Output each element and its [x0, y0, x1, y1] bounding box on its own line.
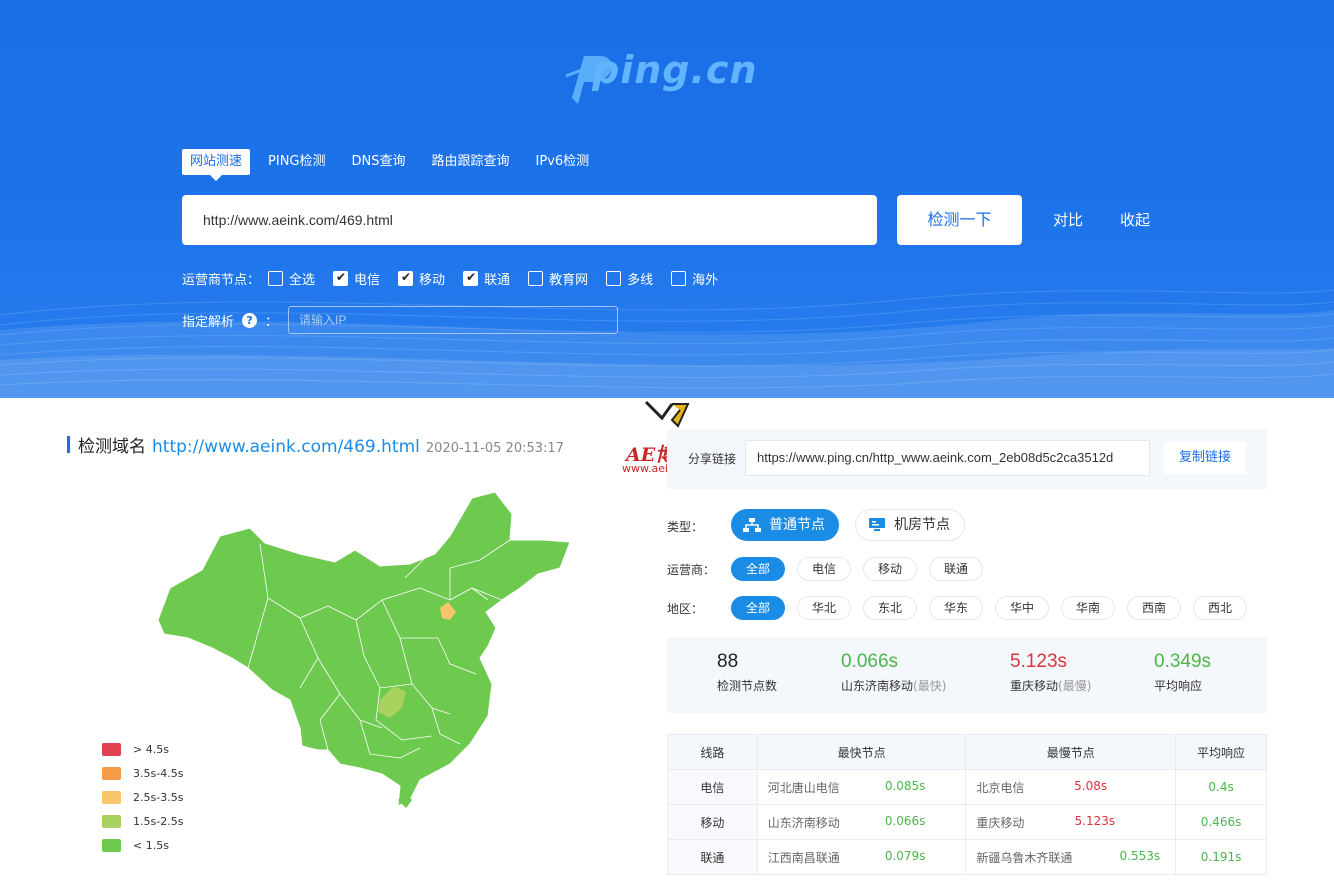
tab-dns[interactable]: DNS查询 — [344, 149, 414, 175]
checkbox-checked-icon[interactable] — [333, 270, 349, 286]
china-map[interactable] — [150, 488, 580, 818]
search-tabs: 网站测速 PING检测 DNS查询 路由跟踪查询 IPv6检测 — [182, 149, 607, 181]
resolve-label: 指定解析 — [182, 314, 235, 330]
region-filter-central[interactable]: 华中 — [995, 596, 1049, 620]
region-filter-northeast[interactable]: 东北 — [863, 596, 917, 620]
sitemap-icon — [743, 518, 761, 532]
isp-checkbox-edu[interactable]: 教育网 — [528, 269, 588, 288]
checkbox-icon[interactable] — [528, 271, 544, 286]
table-row: 联通 江西南昌联通 0.079s 新疆乌鲁木齐联通 0.553s 0.191s — [667, 839, 1267, 875]
stat-node-count: 88 检测节点数 — [717, 651, 778, 693]
legend-item-gt45[interactable]: > 4.5s — [102, 737, 183, 761]
compare-link[interactable]: 对比 — [1053, 209, 1083, 230]
legend-item-25-35[interactable]: 2.5s-3.5s — [102, 785, 183, 809]
stat-slowest: 5.123s 重庆移动(最慢) — [1010, 651, 1092, 693]
col-header-fastest: 最快节点 — [756, 734, 967, 770]
col-header-slowest: 最慢节点 — [965, 734, 1177, 770]
table-header-row: 线路 最快节点 最慢节点 平均响应 — [667, 734, 1267, 770]
map-landmass[interactable] — [157, 491, 571, 807]
share-label: 分享链接 — [688, 452, 737, 466]
region-filter-all[interactable]: 全部 — [731, 596, 785, 620]
table-row: 电信 河北唐山电信 0.085s 北京电信 5.08s 0.4s — [667, 769, 1267, 805]
checkbox-icon[interactable] — [606, 271, 622, 286]
check-button[interactable]: 检测一下 — [897, 195, 1022, 245]
ip-input[interactable] — [288, 306, 619, 334]
map-legend: > 4.5s 3.5s-4.5s 2.5s-3.5s 1.5s-2.5s < 1… — [102, 737, 183, 857]
region-filter-south[interactable]: 华南 — [1061, 596, 1115, 620]
isp-filter-telecom[interactable]: 电信 — [797, 557, 851, 581]
result-domain-link[interactable]: http://www.aeink.com/469.html — [152, 437, 420, 457]
tab-ping[interactable]: PING检测 — [260, 149, 333, 175]
isp-checkbox-overseas[interactable]: 海外 — [671, 269, 718, 288]
result-title-prefix: 检测域名 — [78, 437, 146, 457]
resolve-row: 指定解析 ? ： — [182, 306, 619, 334]
region-filter-label: 地区： — [667, 602, 704, 616]
type-datacenter-node-button[interactable]: 机房节点 — [855, 509, 965, 541]
isp-checkbox-multiline[interactable]: 多线 — [606, 269, 653, 288]
type-filter-label: 类型： — [667, 520, 704, 534]
region-filter-north[interactable]: 华北 — [797, 596, 851, 620]
col-header-average: 平均响应 — [1175, 734, 1267, 770]
checkbox-checked-icon[interactable] — [398, 270, 414, 286]
legend-swatch — [102, 742, 121, 756]
checkbox-icon[interactable] — [268, 271, 284, 286]
monitor-icon — [869, 518, 885, 531]
region-filter-northwest[interactable]: 西北 — [1193, 596, 1247, 620]
tab-ipv6[interactable]: IPv6检测 — [528, 149, 598, 175]
stat-fastest: 0.066s 山东济南移动(最快) — [841, 651, 947, 693]
type-normal-node-button[interactable]: 普通节点 — [731, 509, 839, 541]
legend-swatch — [102, 814, 121, 828]
isp-filter-all[interactable]: 全部 — [731, 557, 785, 581]
share-link-field[interactable]: https://www.ping.cn/http_www.aeink.com_2… — [745, 440, 1150, 476]
url-input[interactable] — [182, 195, 877, 245]
help-icon[interactable]: ? — [242, 312, 258, 328]
title-accent-bar — [67, 436, 70, 453]
isp-node-label: 运营商节点： — [182, 273, 261, 288]
checkbox-icon[interactable] — [671, 271, 687, 286]
isp-checkbox-mobile[interactable]: 移动 — [398, 269, 445, 288]
isp-node-row: 运营商节点： 全选 电信 移动 联通 教育网 多线 海外 — [182, 269, 736, 288]
stat-average: 0.349s 平均响应 — [1154, 651, 1212, 693]
table-row: 移动 山东济南移动 0.066s 重庆移动 5.123s 0.466s — [667, 804, 1267, 840]
isp-filter-mobile[interactable]: 移动 — [863, 557, 917, 581]
isp-filter-unicom[interactable]: 联通 — [929, 557, 983, 581]
resolve-colon: ： — [265, 314, 279, 330]
result-title: 检测域名 http://www.aeink.com/469.html 2020-… — [67, 432, 564, 457]
legend-item-35-45[interactable]: 3.5s-4.5s — [102, 761, 183, 785]
copy-link-button[interactable]: 复制链接 — [1164, 442, 1246, 474]
result-timestamp: 2020-11-05 20:53:17 — [425, 441, 564, 456]
checkbox-checked-icon[interactable] — [463, 270, 479, 286]
legend-item-15-25[interactable]: 1.5s-2.5s — [102, 809, 183, 833]
tab-traceroute[interactable]: 路由跟踪查询 — [424, 149, 518, 175]
isp-checkbox-all[interactable]: 全选 — [268, 269, 315, 288]
header-banner: ping.cn 网站测速 PING检测 DNS查询 路由跟踪查询 IPv6检测 … — [0, 0, 1334, 398]
logo-text: ping.cn — [592, 48, 758, 92]
legend-swatch — [102, 766, 121, 780]
isp-checkbox-unicom[interactable]: 联通 — [463, 269, 510, 288]
tab-website-speed[interactable]: 网站测速 — [182, 149, 251, 181]
legend-swatch — [102, 838, 121, 852]
legend-swatch — [102, 790, 121, 804]
collapse-link[interactable]: 收起 — [1120, 209, 1150, 230]
col-header-line: 线路 — [667, 734, 758, 770]
isp-checkbox-telecom[interactable]: 电信 — [333, 269, 380, 288]
legend-item-lt15[interactable]: < 1.5s — [102, 833, 183, 857]
isp-filter-label: 运营商： — [667, 563, 716, 577]
region-filter-southwest[interactable]: 西南 — [1127, 596, 1181, 620]
region-filter-east[interactable]: 华东 — [929, 596, 983, 620]
results-table: 线路 最快节点 最慢节点 平均响应 电信 河北唐山电信 0.085s 北京电信 5.… — [667, 734, 1267, 875]
